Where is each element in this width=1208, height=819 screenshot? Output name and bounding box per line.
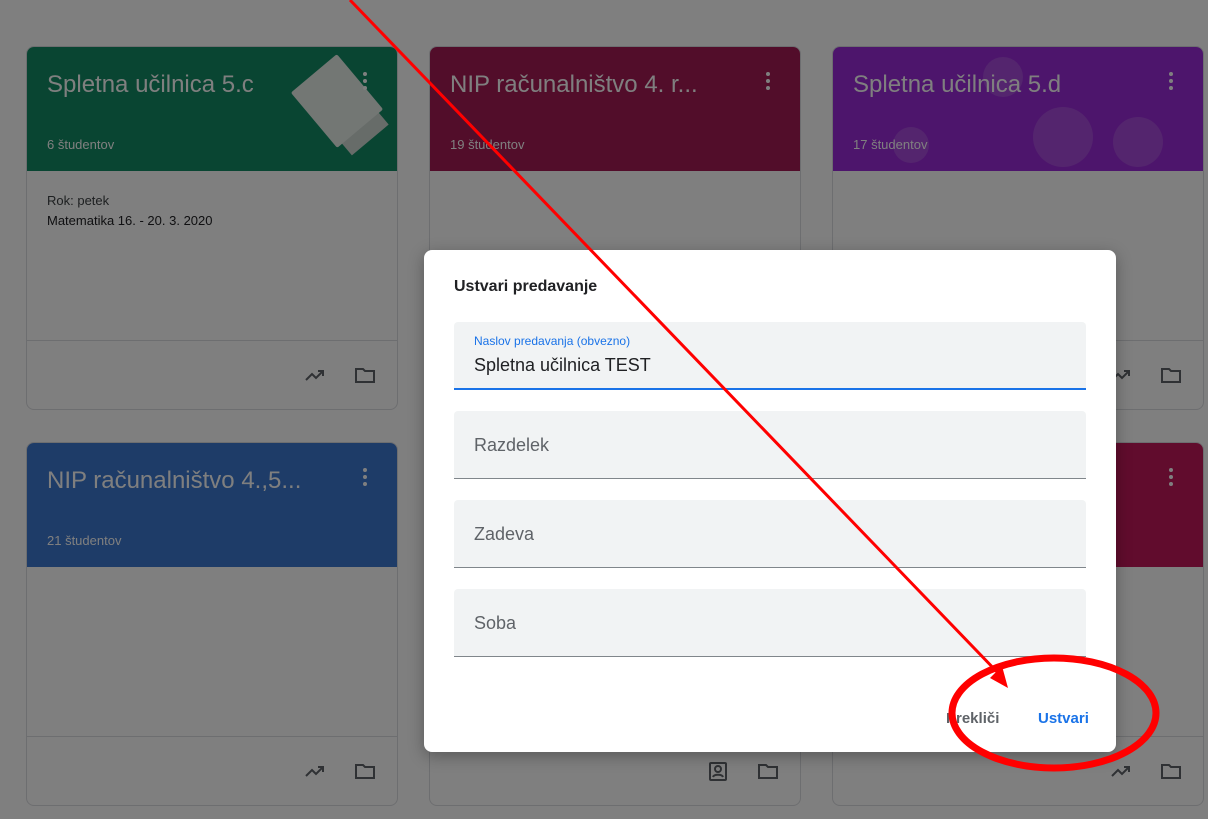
class-name-label: Naslov predavanja (obvezno): [474, 334, 631, 348]
subject-field[interactable]: Zadeva: [454, 500, 1086, 568]
create-button[interactable]: Ustvari: [1032, 706, 1095, 731]
room-placeholder: Soba: [474, 613, 517, 633]
class-name-value[interactable]: Spletna učilnica TEST: [474, 355, 651, 376]
class-name-field[interactable]: Naslov predavanja (obvezno) Spletna učil…: [454, 322, 1086, 390]
cancel-button[interactable]: Prekliči: [940, 706, 1005, 731]
section-placeholder: Razdelek: [474, 435, 550, 455]
subject-placeholder: Zadeva: [474, 524, 535, 544]
room-field[interactable]: Soba: [454, 589, 1086, 657]
dialog-title: Ustvari predavanje: [454, 278, 598, 295]
create-class-dialog: Ustvari predavanje Naslov predavanja (ob…: [424, 250, 1116, 752]
section-field[interactable]: Razdelek: [454, 411, 1086, 479]
